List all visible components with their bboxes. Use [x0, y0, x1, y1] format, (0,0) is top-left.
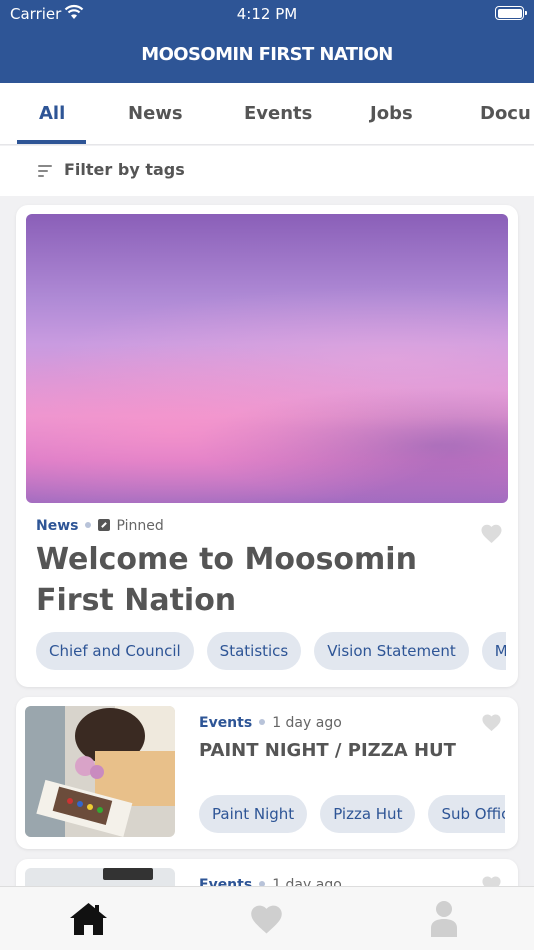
battery-icon [495, 6, 527, 20]
tag-chip[interactable]: Chief and Council [36, 632, 194, 670]
tag-chip[interactable]: Paint Night [199, 795, 308, 833]
post-category: News [36, 518, 79, 534]
tab-events[interactable]: Events [244, 103, 312, 124]
post-card[interactable]: Events 1 day ago PAINT NIGHT / PIZZA HUT … [16, 697, 518, 849]
post-hero-image [26, 214, 508, 503]
tab-documents[interactable]: Docu [480, 103, 531, 124]
post-card-featured[interactable]: News Pinned Welcome to Moosomin First Nat… [16, 205, 518, 687]
tab-jobs[interactable]: Jobs [370, 103, 413, 124]
post-title: PAINT NIGHT / PIZZA HUT [199, 740, 456, 761]
pinned-label: Pinned [116, 518, 164, 534]
heart-icon[interactable] [248, 903, 285, 935]
tag-chip[interactable]: Mis [481, 632, 506, 670]
tag-chip[interactable]: Vision Statement [314, 632, 469, 670]
filter-icon [38, 165, 52, 180]
active-tab-indicator [17, 140, 86, 144]
tab-all[interactable]: All [39, 103, 65, 124]
tab-news[interactable]: News [128, 103, 183, 124]
tag-chip[interactable]: Statistics [206, 632, 302, 670]
post-title: Welcome to Moosomin First Nation [36, 542, 417, 618]
post-category: Events [199, 715, 253, 731]
clock: 4:12 PM [236, 5, 298, 23]
tag-list: Chief and Council Statistics Vision Statem… [36, 632, 506, 670]
tag-chip[interactable]: Sub Office [428, 795, 505, 833]
post-thumbnail [25, 706, 175, 837]
bottom-tab-bar [0, 886, 534, 950]
pin-icon [98, 519, 111, 531]
post-meta: Events 1 day ago [199, 715, 342, 731]
tag-list: Paint Night Pizza Hut Sub Office [199, 795, 505, 833]
tag-chip[interactable]: Pizza Hut [320, 795, 416, 833]
post-time: 1 day ago [272, 715, 342, 731]
app-header: Carrier 4:12 PM MOOSOMIN FIRST NATION [0, 0, 534, 83]
filter-label: Filter by tags [64, 160, 185, 179]
category-tabs: All News Events Jobs Docu [0, 83, 534, 145]
status-bar: Carrier 4:12 PM [0, 0, 534, 28]
filter-by-tags-button[interactable]: Filter by tags [0, 146, 534, 196]
home-icon[interactable] [68, 901, 109, 937]
post-meta: News Pinned [36, 518, 164, 534]
profile-icon[interactable] [430, 900, 458, 938]
favorite-heart-icon[interactable] [481, 713, 502, 732]
app-title: MOOSOMIN FIRST NATION [141, 44, 393, 65]
